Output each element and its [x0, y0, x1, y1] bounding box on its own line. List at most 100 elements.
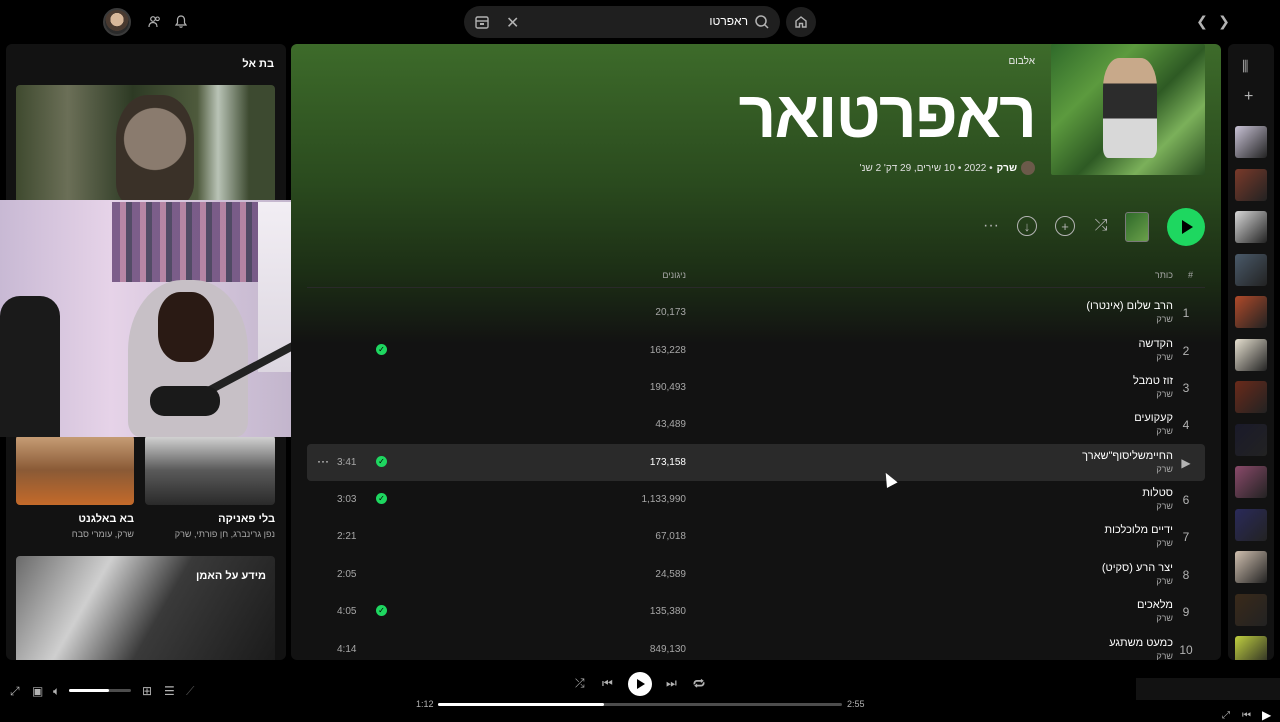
rail-playlist-thumb[interactable]: [1235, 296, 1267, 328]
rail-playlist-thumb[interactable]: [1235, 168, 1267, 201]
rail-playlist-thumb[interactable]: [1235, 551, 1267, 583]
repeat-icon[interactable]: 🔁︎: [693, 676, 705, 693]
track-artist[interactable]: שרק: [1156, 314, 1173, 324]
rail-playlist-thumb[interactable]: [1235, 338, 1267, 371]
track-row[interactable]: 10 כמעט משתגע שרק 849,130 4:14: [307, 631, 1205, 660]
track-row[interactable]: 7 ידיים מלוכלכות שרק 67,018 2:21: [307, 518, 1205, 555]
track-row[interactable]: ▶ החיימשליסוף"שארך שרק 173,158 3:41 ✓ ···: [307, 444, 1205, 481]
track-row[interactable]: 1 הרב שלום (אינטרו) שרק 20,173: [307, 294, 1205, 331]
bell-icon[interactable]: [174, 14, 188, 28]
col-title[interactable]: כותר: [1155, 270, 1173, 280]
volume-slider[interactable]: [69, 689, 131, 692]
friends-icon[interactable]: [147, 14, 161, 28]
track-duration: 4:05: [337, 606, 357, 617]
track-artist[interactable]: שרק: [1156, 352, 1173, 362]
play-button[interactable]: [1167, 208, 1205, 246]
track-row[interactable]: 6 סטלות שרק 1,133,990 3:03 ✓: [307, 481, 1205, 518]
track-artist[interactable]: שרק: [1156, 576, 1173, 586]
rail-playlist-thumb[interactable]: [1235, 593, 1267, 626]
add-circle-icon[interactable]: +: [1055, 216, 1075, 236]
previous-icon[interactable]: ⏮︎: [1242, 710, 1251, 721]
track-artist[interactable]: שרק: [1156, 426, 1173, 436]
player-play-button[interactable]: [628, 672, 652, 696]
next-icon[interactable]: ⏭︎: [666, 676, 677, 691]
queue-icon[interactable]: ☰: [164, 684, 175, 698]
chair: [0, 296, 60, 437]
track-plays: 190,493: [649, 382, 686, 393]
search-input[interactable]: ראפרטו ✕: [464, 6, 780, 38]
rail-playlist-thumb[interactable]: [1235, 381, 1267, 413]
collectibles-shelf: [112, 202, 258, 282]
card-image[interactable]: [16, 435, 134, 505]
rail-playlist-thumb[interactable]: [1235, 253, 1267, 286]
track-title[interactable]: זוז טמבל: [1133, 375, 1173, 387]
progress-bar[interactable]: [438, 703, 842, 706]
track-title[interactable]: יצר הרע (סקיט): [1102, 562, 1173, 574]
expand-icon[interactable]: ⤢: [1222, 710, 1230, 721]
check-icon[interactable]: ✓: [376, 456, 387, 467]
track-row[interactable]: 3 זוז טמבל שרק 190,493: [307, 369, 1205, 406]
lyrics-icon[interactable]: ⟋: [186, 684, 194, 699]
volume-icon[interactable]: 🔈︎: [53, 684, 60, 699]
miniplayer-icon[interactable]: ▣: [32, 684, 43, 698]
check-icon[interactable]: ✓: [376, 344, 387, 355]
rail-playlist-thumb[interactable]: [1235, 636, 1267, 660]
clear-icon[interactable]: ✕: [506, 13, 519, 33]
fullscreen-icon[interactable]: ⤢: [10, 684, 20, 699]
track-title[interactable]: קעקועים: [1134, 412, 1173, 424]
add-icon[interactable]: +: [1244, 88, 1253, 106]
track-number: 2: [1182, 344, 1190, 358]
track-title[interactable]: מלאכים: [1137, 599, 1173, 611]
check-icon[interactable]: ✓: [376, 493, 387, 504]
track-row[interactable]: 9 מלאכים שרק 135,380 4:05 ✓: [307, 593, 1205, 630]
track-title[interactable]: ידיים מלוכלכות: [1105, 524, 1174, 536]
rail-playlist-thumb[interactable]: [1235, 423, 1267, 456]
artist-link[interactable]: שרק: [997, 163, 1017, 174]
browse-icon[interactable]: [474, 14, 490, 30]
rail-playlist-thumb[interactable]: [1235, 466, 1267, 498]
rail-playlist-thumb[interactable]: [1235, 211, 1267, 243]
shuffle-icon[interactable]: ⤮: [575, 676, 585, 691]
rail-playlist-thumb[interactable]: [1235, 126, 1267, 158]
track-artist[interactable]: שרק: [1156, 538, 1173, 548]
track-artist[interactable]: שרק: [1156, 464, 1173, 474]
track-title[interactable]: הקדשה: [1138, 338, 1173, 350]
card-title[interactable]: בלי פאניקה: [218, 513, 275, 525]
track-artist[interactable]: שרק: [1156, 651, 1173, 660]
shuffle-icon[interactable]: ⤮: [1091, 216, 1111, 236]
track-artist[interactable]: שרק: [1156, 389, 1173, 399]
track-row[interactable]: 8 יצר הרע (סקיט) שרק 24,589 2:05: [307, 556, 1205, 593]
album-thumb[interactable]: [1125, 212, 1149, 242]
track-title[interactable]: הרב שלום (אינטרו): [1086, 300, 1173, 312]
more-icon[interactable]: ···: [317, 454, 329, 468]
check-icon[interactable]: ✓: [376, 605, 387, 616]
track-row[interactable]: 2 הקדשה שרק 163,228 ✓: [307, 332, 1205, 369]
library-icon[interactable]: ⫼: [1242, 58, 1248, 75]
forward-icon[interactable]: ❯: [1218, 13, 1230, 29]
back-icon[interactable]: ❮: [1196, 13, 1208, 29]
avatar[interactable]: [103, 8, 131, 36]
track-artist[interactable]: שרק: [1156, 501, 1173, 511]
track-number: 10: [1179, 643, 1193, 657]
progress-fill: [438, 703, 604, 706]
track-title[interactable]: החיימשליסוף"שארך: [1082, 450, 1173, 462]
connect-icon[interactable]: ⊞: [142, 684, 152, 698]
track-title[interactable]: סטלות: [1142, 487, 1173, 499]
previous-icon[interactable]: ⏮︎: [602, 676, 613, 691]
download-icon[interactable]: ↓: [1017, 216, 1037, 236]
track-title[interactable]: כמעט משתגע: [1109, 637, 1173, 649]
about-artist-label: מידע על האמן: [196, 570, 266, 582]
search-query: ראפרטו: [709, 14, 748, 28]
track-number: 1: [1182, 306, 1190, 320]
more-icon[interactable]: ···: [981, 216, 1001, 236]
home-button[interactable]: [786, 7, 816, 37]
card-title[interactable]: בא באלגנט: [78, 513, 134, 525]
album-meta: שרק • 2022 • 10 שירים, 29 דק' 2 שנ': [860, 161, 1035, 175]
track-row[interactable]: 4 קעקועים שרק 43,489: [307, 406, 1205, 443]
track-artist[interactable]: שרק: [1156, 613, 1173, 623]
panel-title: בת אל: [242, 58, 274, 70]
track-plays: 173,158: [649, 457, 686, 468]
card-image[interactable]: [145, 435, 275, 505]
rail-playlist-thumb[interactable]: [1235, 508, 1267, 541]
top-bar: ❮ ❯ ראפרטו ✕: [0, 0, 1280, 42]
